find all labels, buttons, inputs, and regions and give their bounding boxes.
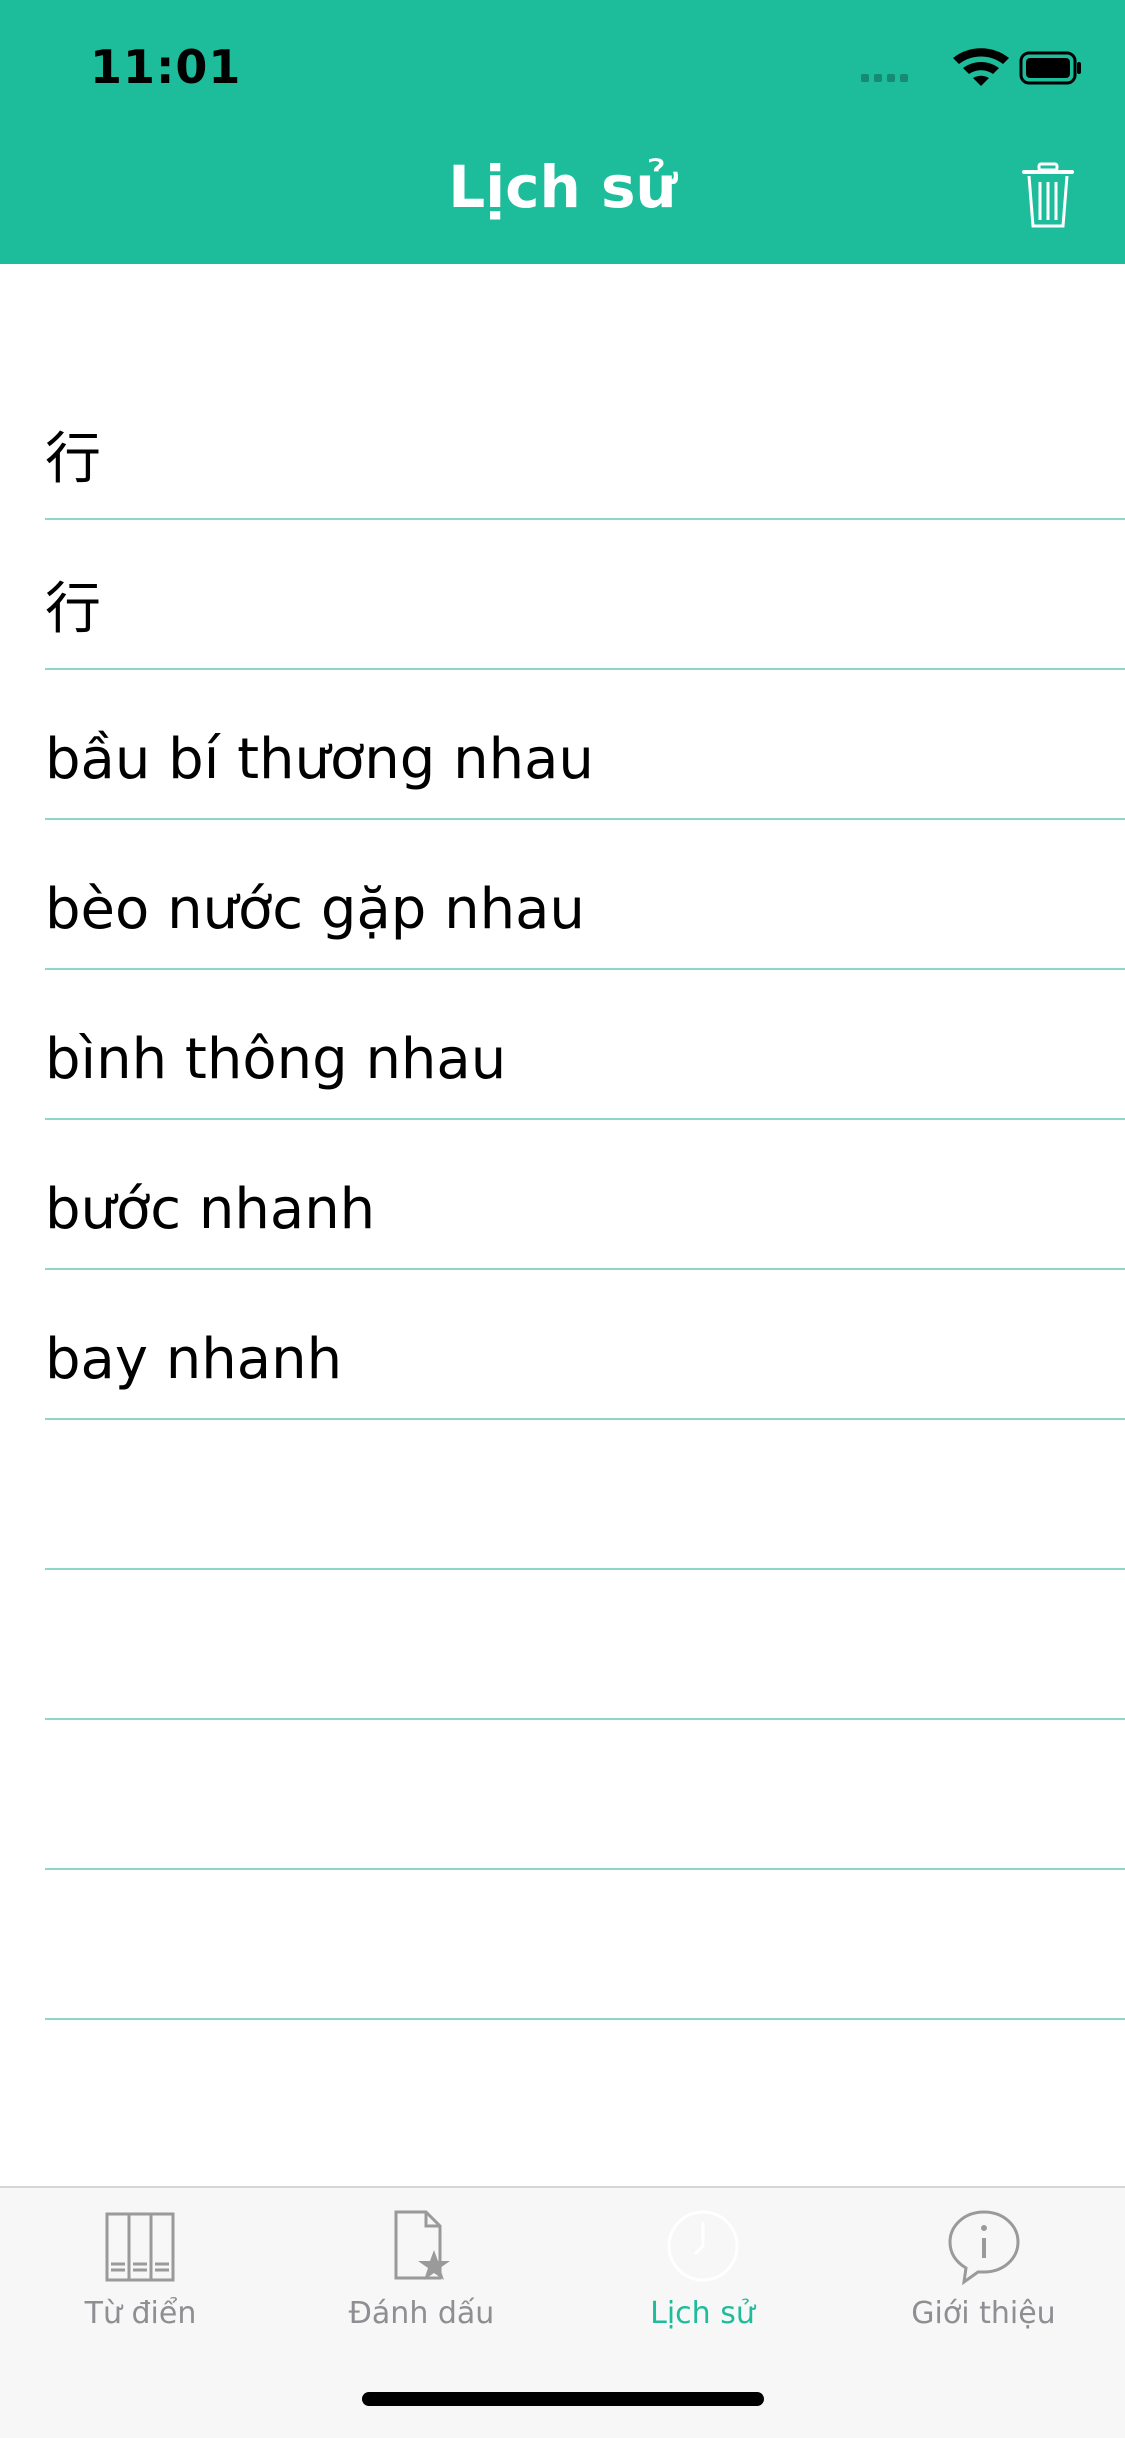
history-row[interactable]: 行 (0, 520, 1125, 670)
history-row[interactable]: 行 (0, 370, 1125, 520)
history-item-label: 行 (45, 577, 101, 642)
history-list: 行 行 bầu bí thương nhau bèo nước gặp nhau… (0, 370, 1125, 2020)
history-row-empty (0, 1570, 1125, 1720)
history-row-empty (0, 1870, 1125, 2020)
tab-label: Giới thiệu (911, 2296, 1056, 2331)
home-indicator (362, 2392, 764, 2406)
history-item-label: bèo nước gặp nhau (45, 877, 585, 942)
history-row-empty (0, 1720, 1125, 1870)
trash-icon (1022, 162, 1074, 228)
tab-bookmarks[interactable]: Đánh dấu (281, 2188, 562, 2348)
clock-icon (667, 2210, 738, 2282)
history-row[interactable]: bầu bí thương nhau (0, 670, 1125, 820)
history-row[interactable]: bước nhanh (0, 1120, 1125, 1270)
history-item-label: bầu bí thương nhau (45, 727, 594, 792)
wifi-icon (953, 48, 1009, 86)
history-row[interactable]: bình thông nhau (0, 970, 1125, 1120)
tab-label: Lịch sử (650, 2296, 755, 2331)
history-row[interactable]: bay nhanh (0, 1270, 1125, 1420)
history-row-empty (0, 1420, 1125, 1570)
clear-history-button[interactable] (1021, 162, 1075, 230)
status-icons (861, 48, 1081, 86)
history-item-label: bay nhanh (45, 1327, 343, 1392)
history-item-label: bước nhanh (45, 1177, 376, 1242)
battery-icon (1019, 51, 1081, 85)
navigation-header: 11:01 Lịch sử (0, 0, 1125, 264)
tab-history[interactable]: Lịch sử (562, 2188, 843, 2348)
bookmark-star-icon (394, 2210, 450, 2280)
tab-label: Đánh dấu (348, 2296, 495, 2331)
history-item-label: bình thông nhau (45, 1027, 507, 1092)
cellular-signal-icon (861, 74, 908, 82)
status-time: 11:01 (90, 40, 242, 94)
book-icon (105, 2212, 174, 2282)
tab-about[interactable]: Giới thiệu (843, 2188, 1124, 2348)
tab-label: Từ điển (84, 2296, 197, 2331)
info-bubble-icon (947, 2210, 1020, 2286)
history-row[interactable]: bèo nước gặp nhau (0, 820, 1125, 970)
history-item-label: 行 (45, 427, 101, 492)
page-title: Lịch sử (448, 153, 677, 221)
tab-dictionary[interactable]: Từ điển (0, 2188, 281, 2348)
